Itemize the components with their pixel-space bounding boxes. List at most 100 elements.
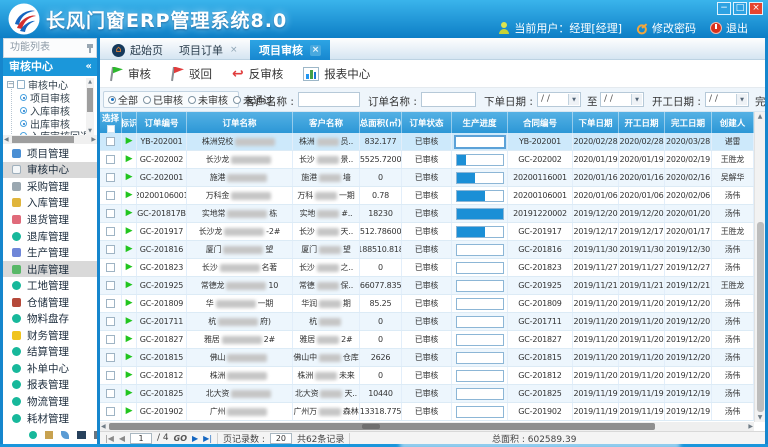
radio-all[interactable]: 全部: [108, 92, 138, 107]
sidebar-item-returns[interactable]: 退货管理: [3, 211, 97, 228]
table-row[interactable]: ▶GC-201817B实地常栋实地#..18230已审核201912200022…: [100, 205, 754, 223]
column-header[interactable]: 完工日期: [665, 112, 712, 133]
table-row[interactable]: ▶GC-202002长沙龙长沙景..65525.7200..已审核GC-2020…: [100, 151, 754, 169]
sidebar-item-inventory[interactable]: 物料盘存: [3, 310, 97, 327]
scrollbar-thumb[interactable]: [12, 136, 74, 143]
table-row[interactable]: ▶GC-201809华一期华润期85.25已审核GC-2018092019/11…: [100, 295, 754, 313]
unaudit-button[interactable]: ↩ 反审核: [232, 66, 283, 82]
reject-button[interactable]: 驳回: [171, 66, 212, 82]
scrollbar-thumb[interactable]: [757, 222, 764, 412]
cart-icon[interactable]: [45, 431, 53, 439]
scroll-up-icon[interactable]: ▲: [755, 113, 765, 120]
table-vertical-scrollbar[interactable]: ▲ ▼: [754, 112, 765, 422]
tab-project-orders[interactable]: 项目订单 ×: [170, 40, 247, 60]
sidebar-section-header[interactable]: 审核中心 «: [3, 58, 97, 76]
column-header[interactable]: 开工日期: [619, 112, 665, 133]
radio-audited[interactable]: 已审核: [143, 92, 183, 107]
column-header[interactable]: 创建人: [712, 112, 754, 133]
column-header[interactable]: 订单状态: [402, 112, 452, 133]
table-row[interactable]: ▶GC-201711杭府)杭0已审核GC-2017112019/11/20201…: [100, 313, 754, 331]
sidebar-item-inbound[interactable]: 入库管理: [3, 195, 97, 212]
row-checkbox[interactable]: [106, 389, 115, 398]
scroll-up-icon[interactable]: ▲: [86, 79, 94, 85]
close-button[interactable]: ×: [749, 2, 763, 15]
prev-page-button[interactable]: ◀: [119, 434, 125, 443]
sidebar-item-finance[interactable]: 财务管理: [3, 327, 97, 344]
logout-button[interactable]: 退出: [710, 20, 748, 36]
sidebar-item-audit-center[interactable]: 审核中心: [3, 162, 97, 179]
sidebar-item-site[interactable]: 工地管理: [3, 277, 97, 294]
table-row[interactable]: ▶GC-201816厦门望厦门望188510.818已审核GC-20181620…: [100, 241, 754, 259]
row-checkbox[interactable]: [106, 407, 115, 416]
row-checkbox[interactable]: [106, 191, 115, 200]
column-header[interactable]: 合同编号: [508, 112, 573, 133]
scroll-down-icon[interactable]: ▼: [755, 414, 765, 421]
row-checkbox[interactable]: [106, 245, 115, 254]
scrollbar-thumb[interactable]: [87, 88, 93, 112]
row-checkbox[interactable]: [106, 227, 115, 236]
dropdown-icon[interactable]: ▼: [736, 94, 747, 105]
table-row[interactable]: ▶GC-201917长沙龙-2#长沙天..8512.78600..已审核GC-2…: [100, 223, 754, 241]
table-row[interactable]: ▶20200106001万科金万科一期0.78已审核20200106001202…: [100, 187, 754, 205]
row-checkbox[interactable]: [106, 281, 115, 290]
row-checkbox[interactable]: [106, 353, 115, 362]
book-icon[interactable]: [77, 431, 86, 439]
row-checkbox[interactable]: [106, 371, 115, 380]
scroll-right-icon[interactable]: ▶: [91, 136, 96, 143]
order-name-input[interactable]: [421, 92, 476, 107]
tab-close-icon[interactable]: ×: [230, 45, 238, 55]
function-list-header[interactable]: 功能列表: [3, 38, 97, 58]
row-checkbox[interactable]: [106, 209, 115, 218]
maximize-button[interactable]: □: [733, 2, 747, 15]
sidebar-item-report[interactable]: 报表管理: [3, 377, 97, 394]
table-row[interactable]: ▶GC-201823长沙名著长沙之..0已审核GC-2018232019/11/…: [100, 259, 754, 277]
table-row[interactable]: ▶YB-202001株洲党校株洲员..832.177已审核YB-20200120…: [100, 133, 754, 151]
sidebar-item-outbound[interactable]: 出库管理: [3, 261, 97, 278]
radio-unaudited[interactable]: 未审核: [188, 92, 228, 107]
row-checkbox[interactable]: [106, 137, 115, 146]
scroll-right-icon[interactable]: ▶: [748, 423, 753, 430]
audit-button[interactable]: 审核: [110, 66, 151, 82]
scroll-left-icon[interactable]: ◀: [101, 423, 106, 430]
column-header[interactable]: 总面积(㎡): [360, 112, 402, 133]
tab-close-icon[interactable]: ×: [310, 45, 321, 56]
row-checkbox[interactable]: [106, 173, 115, 182]
more-icon[interactable]: [94, 431, 97, 439]
go-button[interactable]: GO: [174, 434, 187, 443]
table-row[interactable]: ▶GC-201902广州广州万森林13318.775已审核GC-20190220…: [100, 403, 754, 421]
column-header[interactable]: 标识: [122, 112, 137, 133]
table-row[interactable]: ▶GC-201812株洲株洲未来0已审核GC-2018122019/11/202…: [100, 367, 754, 385]
tab-project-audit[interactable]: 项目审核 ×: [250, 40, 330, 60]
dropdown-icon[interactable]: ▼: [631, 94, 642, 105]
tree-horizontal-scrollbar[interactable]: ◀ ▶: [3, 135, 97, 144]
change-password-button[interactable]: 修改密码: [636, 20, 696, 36]
sidebar-item-production[interactable]: 生产管理: [3, 244, 97, 261]
tree-vertical-scrollbar[interactable]: ▲ ▼: [86, 78, 94, 135]
sidebar-item-purchase[interactable]: 采购管理: [3, 178, 97, 195]
order-date-input[interactable]: / /▼: [537, 92, 581, 107]
sidebar-item-consumables[interactable]: 耗材管理: [3, 410, 97, 427]
sidebar-item-warehouse[interactable]: 仓储管理: [3, 294, 97, 311]
sidebar-item-return-store[interactable]: 退库管理: [3, 228, 97, 245]
column-header[interactable]: 生产进度: [452, 112, 508, 133]
row-checkbox[interactable]: [106, 299, 115, 308]
customer-name-input[interactable]: [298, 92, 360, 107]
column-header[interactable]: 客户名称: [293, 112, 360, 133]
first-page-button[interactable]: |◀: [105, 434, 114, 443]
table-row[interactable]: ▶GC-201925常德龙10常德保..266077.835..已审核GC-20…: [100, 277, 754, 295]
minimize-button[interactable]: −: [717, 2, 731, 15]
sidebar-item-supplement[interactable]: 补单中心: [3, 360, 97, 377]
sidebar-item-settlement[interactable]: 结算管理: [3, 344, 97, 361]
row-checkbox[interactable]: [106, 263, 115, 272]
tree-item-inbound-audit-rollback[interactable]: 入库审核回退: [20, 128, 90, 135]
table-row[interactable]: ▶GC-201827雅居2#雅居2#0已审核GC-2018272019/11/2…: [100, 331, 754, 349]
sidebar-item-project[interactable]: 项目管理: [3, 145, 97, 162]
scroll-down-icon[interactable]: ▼: [86, 128, 94, 134]
tab-home[interactable]: ⌂ 起始页: [103, 40, 172, 60]
table-horizontal-scrollbar[interactable]: ◀ ▶: [100, 422, 754, 431]
column-header[interactable]: 订单编号: [137, 112, 187, 133]
report-center-button[interactable]: 报表中心: [303, 66, 370, 82]
last-page-button[interactable]: ▶|: [203, 434, 212, 443]
row-checkbox[interactable]: [106, 317, 115, 326]
sidebar-item-logistics[interactable]: 物流管理: [3, 393, 97, 410]
